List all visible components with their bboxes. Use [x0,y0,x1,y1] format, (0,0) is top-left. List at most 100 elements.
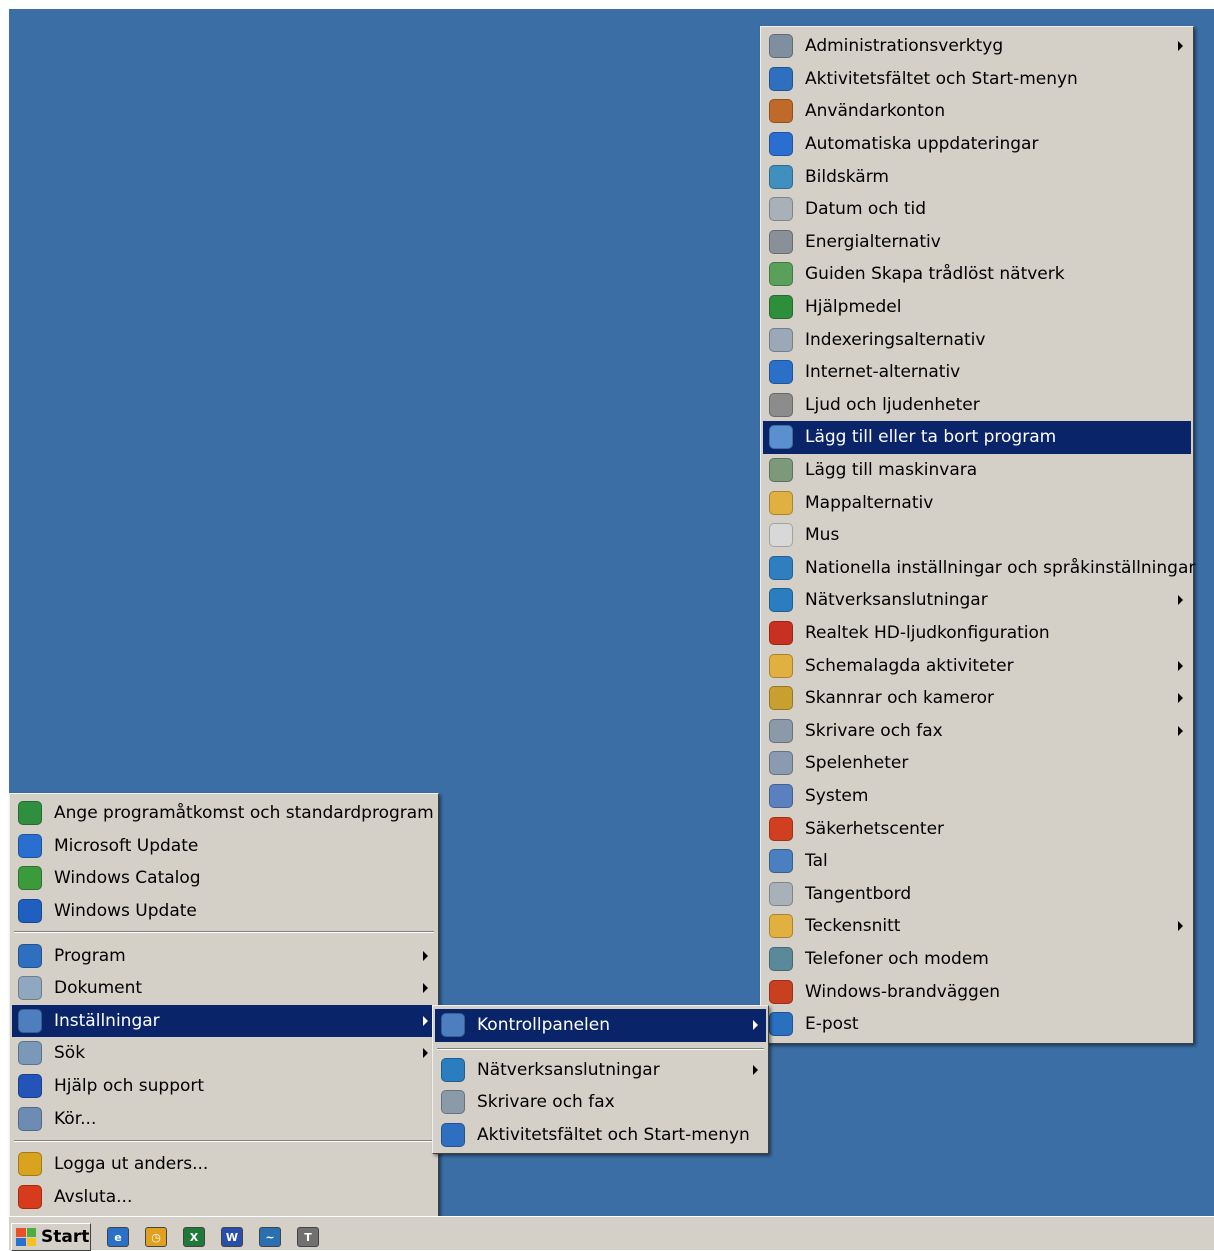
menu-item-installningar[interactable]: Inställningar [12,1004,436,1038]
menu-item-aktivitetsfaltet-och-start-menyn[interactable]: Aktivitetsfältet och Start-menyn [763,63,1191,96]
menu-item-label: Lägg till eller ta bort program [805,427,1057,448]
menu-item-label: Administrationsverktyg [805,36,1004,57]
indexing-icon [769,327,793,352]
control-panel-menu: Administrationsverktyg Aktivitetsfältet o… [760,26,1195,1044]
taskbar-icon [441,1123,465,1148]
menu-item-avsluta[interactable]: Avsluta... [12,1181,436,1214]
menu-item-label: Kontrollpanelen [477,1015,611,1036]
menu-item-internet-alternativ[interactable]: Internet-alternativ [763,356,1191,389]
menu-item-hjalp-och-support[interactable]: Hjälp och support [12,1070,436,1103]
menu-item-label: System [805,785,869,806]
settings-menu: Kontrollpanelen Nätverksanslutningar Skri… [432,1005,769,1154]
start-label: Start [41,1227,90,1247]
menu-item-kor[interactable]: Kör... [12,1102,436,1135]
menu-item-label: Teckensnitt [805,916,901,937]
menu-item-label: Säkerhetscenter [805,818,945,839]
programs-icon [18,943,42,968]
menu-item-label: Logga ut anders... [54,1154,209,1175]
menu-item-program[interactable]: Program [12,939,436,972]
taskbar: Start e ◷ X W ~ T [9,1216,1214,1251]
terminal-icon[interactable]: T [297,1227,319,1247]
menu-item-lagg-till-maskinvara[interactable]: Lägg till maskinvara [763,454,1191,487]
printer-icon [441,1090,465,1115]
taskbar-icon [769,66,793,91]
graph-app-icon[interactable]: ~ [259,1227,281,1247]
menu-item-realtek-hd-ljudkonfiguration[interactable]: Realtek HD-ljudkonfiguration [763,617,1191,650]
menu-item-tal[interactable]: Tal [763,845,1191,878]
menu-item-skrivare-och-fax[interactable]: Skrivare och fax [763,714,1191,747]
menu-item-ange-programatkomst-och-standardprogram[interactable]: Ange programåtkomst och standardprogram [12,797,436,830]
menu-item-label: Skrivare och fax [805,720,943,741]
menu-item-mus[interactable]: Mus [763,519,1191,552]
menu-item-microsoft-update[interactable]: Microsoft Update [12,830,436,863]
accessibility-icon [769,295,793,320]
menu-separator [14,931,434,934]
menu-item-label: Lägg till maskinvara [805,460,978,481]
menu-item-tangentbord[interactable]: Tangentbord [763,877,1191,910]
menu-item-label: Tal [805,851,828,872]
menu-item-nationella-installningar-och-sprakinstallningar[interactable]: Nationella inställningar och språkinstäl… [763,552,1195,585]
menu-item-spelenheter[interactable]: Spelenheter [763,747,1191,780]
menu-item-datum-och-tid[interactable]: Datum och tid [763,193,1191,226]
menu-item-lagg-till-eller-ta-bort-program[interactable]: Lägg till eller ta bort program [763,421,1191,454]
menu-item-label: Mappalternativ [805,492,934,513]
menu-item-windows-brandvaggen[interactable]: Windows-brandväggen [763,975,1191,1008]
menu-item-administrationsverktyg[interactable]: Administrationsverktyg [763,30,1191,63]
regional-icon [769,555,793,580]
menu-item-system[interactable]: System [763,780,1191,813]
menu-item-kontrollpanelen[interactable]: Kontrollpanelen [435,1009,766,1042]
menu-item-hjalpmedel[interactable]: Hjälpmedel [763,291,1191,324]
word-icon[interactable]: W [221,1227,243,1247]
menu-item-aktivitetsfaltet-och-start-menyn[interactable]: Aktivitetsfältet och Start-menyn [435,1119,766,1152]
menu-item-schemalagda-aktiviteter[interactable]: Schemalagda aktiviteter [763,649,1191,682]
menu-item-sok[interactable]: Sök [12,1037,436,1070]
menu-item-skrivare-och-fax[interactable]: Skrivare och fax [435,1086,766,1119]
menu-item-label: Guiden Skapa trådlöst nätverk [805,264,1065,285]
menu-item-label: Windows Update [54,901,197,922]
menu-item-bildskarm[interactable]: Bildskärm [763,160,1191,193]
clock-app-icon[interactable]: ◷ [145,1227,167,1247]
menu-item-mappalternativ[interactable]: Mappalternativ [763,486,1191,519]
windows-catalog-icon [18,866,42,891]
menu-item-energialternativ[interactable]: Energialternativ [763,226,1191,259]
menu-item-label: Användarkonton [805,101,946,122]
menu-item-automatiska-uppdateringar[interactable]: Automatiska uppdateringar [763,128,1191,161]
run-icon [18,1106,42,1131]
menu-item-indexeringsalternativ[interactable]: Indexeringsalternativ [763,323,1191,356]
menu-item-label: Skrivare och fax [477,1092,615,1113]
start-button[interactable]: Start [11,1223,91,1251]
menu-item-natverksanslutningar[interactable]: Nätverksanslutningar [435,1054,766,1087]
add-remove-icon [769,425,793,450]
menu-item-label: Skannrar och kameror [805,688,995,709]
menu-item-logga-ut-anders[interactable]: Logga ut anders... [12,1148,436,1181]
internet-options-icon [769,360,793,385]
gamepad-icon [769,751,793,776]
folder-options-icon [769,490,793,515]
menu-item-telefoner-och-modem[interactable]: Telefoner och modem [763,943,1191,976]
menu-item-windows-update[interactable]: Windows Update [12,895,436,928]
menu-item-dokument[interactable]: Dokument [12,972,436,1005]
menu-item-label: Internet-alternativ [805,362,961,383]
help-icon [18,1074,42,1099]
search-icon [18,1041,42,1066]
user-accounts-icon [769,99,793,124]
menu-item-guiden-skapa-tradlost-natverk[interactable]: Guiden Skapa trådlöst nätverk [763,258,1191,291]
menu-item-label: Energialternativ [805,231,941,252]
network-icon [441,1057,465,1082]
menu-item-anvandarkonton[interactable]: Användarkonton [763,95,1191,128]
submenu-arrow-icon [423,1048,428,1059]
menu-item-sakerhetscenter[interactable]: Säkerhetscenter [763,812,1191,845]
menu-item-skannrar-och-kameror[interactable]: Skannrar och kameror [763,682,1191,715]
submenu-arrow-icon [1178,41,1183,52]
menu-item-ljud-och-ljudenheter[interactable]: Ljud och ljudenheter [763,389,1191,422]
menu-item-e-post[interactable]: E-post [763,1008,1191,1041]
speaker-icon [769,620,793,645]
admin-tools-icon [769,34,793,59]
excel-icon[interactable]: X [183,1227,205,1247]
menu-item-label: E-post [805,1014,859,1035]
internet-explorer-icon[interactable]: e [107,1227,129,1247]
menu-item-teckensnitt[interactable]: Teckensnitt [763,910,1191,943]
menu-item-windows-catalog[interactable]: Windows Catalog [12,862,436,895]
menu-item-natverksanslutningar[interactable]: Nätverksanslutningar [763,584,1191,617]
submenu-arrow-icon [423,983,428,994]
